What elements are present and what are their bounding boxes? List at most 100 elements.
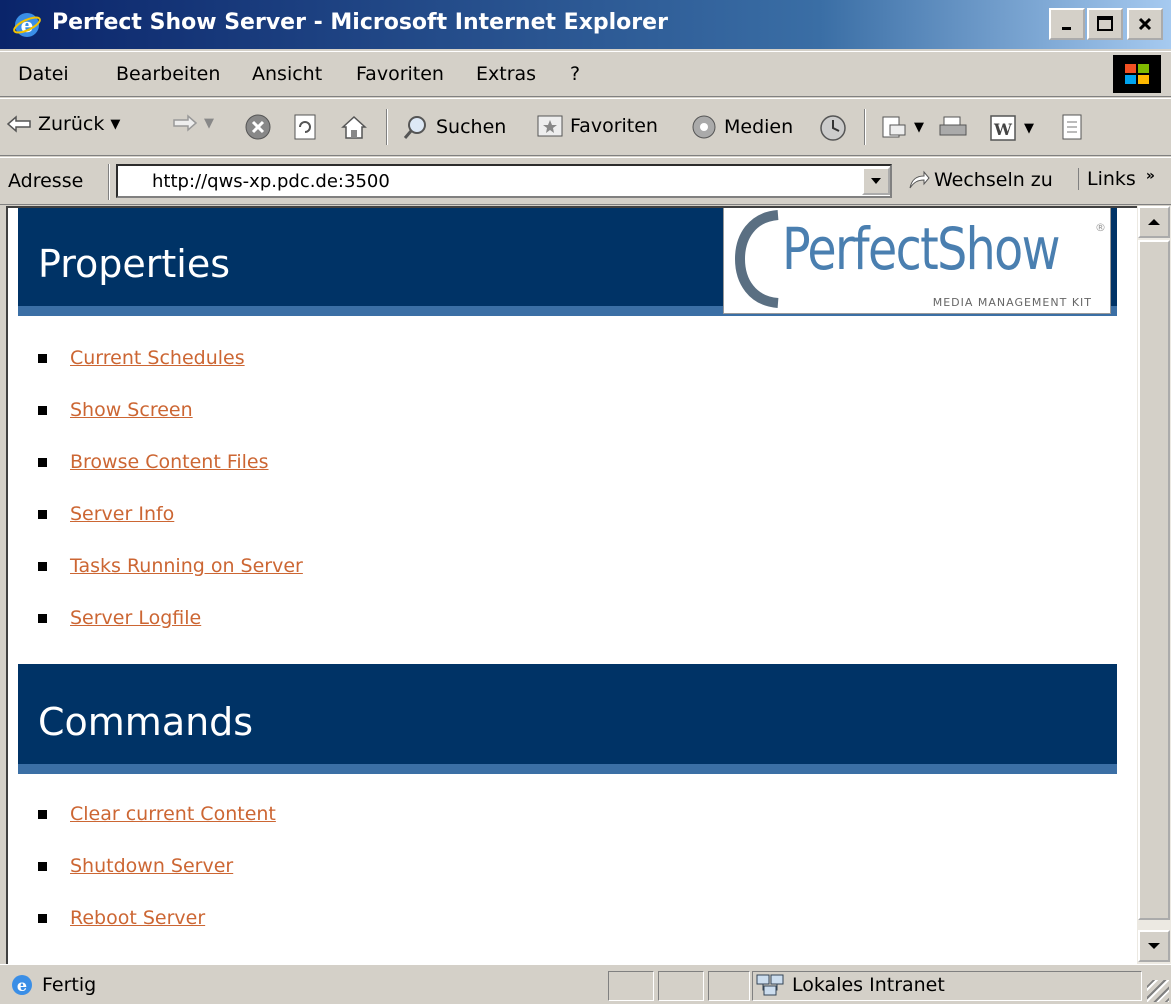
arrow-up-icon bbox=[1148, 219, 1160, 225]
close-icon bbox=[1138, 17, 1152, 31]
print-icon bbox=[939, 116, 967, 136]
list-item: Browse Content Files bbox=[38, 436, 303, 488]
scroll-thumb[interactable] bbox=[1138, 240, 1170, 920]
address-input[interactable] bbox=[116, 164, 892, 198]
bullet-icon bbox=[38, 353, 47, 363]
mail-dropdown-icon[interactable]: ▼ bbox=[914, 120, 924, 135]
bullet-icon bbox=[38, 861, 47, 871]
forward-button[interactable]: ▼ bbox=[172, 113, 214, 133]
links-toolbar[interactable]: Links » bbox=[1078, 168, 1155, 190]
edit-dropdown-icon[interactable]: ▼ bbox=[1024, 121, 1034, 136]
scroll-down-button[interactable] bbox=[1138, 930, 1170, 962]
close-button[interactable] bbox=[1127, 8, 1163, 40]
svg-text:W: W bbox=[993, 120, 1013, 139]
status-pane bbox=[608, 971, 654, 1001]
back-dropdown-icon[interactable]: ▼ bbox=[110, 117, 120, 132]
forward-arrow-icon bbox=[173, 114, 198, 132]
toolbar: Zurück ▼ ▼ Suchen Favoriten Medien ▼ W ▼ bbox=[0, 98, 1171, 156]
mail-icon bbox=[882, 116, 906, 138]
commands-heading: Commands bbox=[38, 700, 254, 744]
go-button[interactable]: Wechseln zu bbox=[906, 168, 1053, 192]
logo-wordmark: PerfectShow bbox=[782, 215, 1061, 283]
bullet-icon bbox=[38, 509, 47, 519]
history-button[interactable] bbox=[818, 113, 848, 143]
svg-text:e: e bbox=[21, 13, 34, 37]
link-current-schedules[interactable]: Current Schedules bbox=[70, 347, 245, 369]
maximize-button[interactable] bbox=[1087, 8, 1123, 40]
intranet-icon bbox=[756, 974, 784, 996]
list-item: Show Screen bbox=[38, 384, 303, 436]
menu-help[interactable]: ? bbox=[570, 63, 580, 85]
link-clear-current-content[interactable]: Clear current Content bbox=[70, 803, 276, 825]
link-tasks-running[interactable]: Tasks Running on Server bbox=[70, 555, 303, 577]
favorites-label: Favoriten bbox=[570, 115, 658, 137]
discuss-button[interactable] bbox=[1060, 113, 1084, 141]
status-pane-main bbox=[4, 971, 604, 1001]
link-server-logfile[interactable]: Server Logfile bbox=[70, 607, 201, 629]
refresh-icon bbox=[294, 114, 316, 140]
chevron-down-icon bbox=[871, 178, 881, 184]
menu-favoriten[interactable]: Favoriten bbox=[356, 63, 444, 85]
list-item: Current Schedules bbox=[38, 332, 303, 384]
link-show-screen[interactable]: Show Screen bbox=[70, 399, 193, 421]
windows-flag-icon bbox=[1125, 64, 1149, 84]
link-shutdown-server[interactable]: Shutdown Server bbox=[70, 855, 233, 877]
stop-button[interactable] bbox=[244, 113, 272, 141]
security-zone[interactable]: Lokales Intranet bbox=[756, 973, 945, 997]
link-browse-content-files[interactable]: Browse Content Files bbox=[70, 451, 269, 473]
resize-grip-icon[interactable] bbox=[1147, 980, 1169, 1002]
status-pane bbox=[708, 971, 750, 1001]
commands-header: Commands bbox=[18, 664, 1117, 774]
minimize-button[interactable] bbox=[1049, 8, 1085, 40]
toolbar-separator bbox=[864, 109, 866, 145]
menu-extras[interactable]: Extras bbox=[476, 63, 536, 85]
go-label: Wechseln zu bbox=[934, 169, 1053, 191]
edit-word-button[interactable]: W ▼ bbox=[988, 113, 1034, 143]
address-divider bbox=[108, 164, 110, 200]
media-label: Medien bbox=[724, 116, 794, 138]
media-button[interactable]: Medien bbox=[690, 113, 793, 141]
search-label: Suchen bbox=[436, 116, 507, 138]
bullet-icon bbox=[38, 405, 47, 415]
page-viewport[interactable]: Properties PerfectShow ® MEDIA MANAGEMEN… bbox=[6, 206, 1137, 964]
list-item: Server Logfile bbox=[38, 592, 303, 644]
links-label: Links bbox=[1087, 168, 1136, 190]
menu-bearbeiten[interactable]: Bearbeiten bbox=[116, 63, 220, 85]
logo-bracket-icon bbox=[734, 210, 779, 308]
back-button[interactable]: Zurück ▼ bbox=[6, 113, 120, 135]
refresh-button[interactable] bbox=[292, 113, 318, 141]
home-button[interactable] bbox=[340, 113, 368, 141]
properties-list: Current Schedules Show Screen Browse Con… bbox=[38, 332, 303, 644]
search-button[interactable]: Suchen bbox=[402, 113, 506, 141]
link-server-info[interactable]: Server Info bbox=[70, 503, 174, 525]
list-item: Tasks Running on Server bbox=[38, 540, 303, 592]
address-label: Adresse bbox=[8, 170, 84, 192]
commands-list: Clear current Content Shutdown Server Re… bbox=[38, 788, 276, 944]
title-bar[interactable]: e Perfect Show Server - Microsoft Intern… bbox=[0, 0, 1171, 50]
menu-datei[interactable]: Datei bbox=[18, 63, 69, 85]
mail-button[interactable]: ▼ bbox=[880, 113, 924, 141]
minimize-icon bbox=[1062, 27, 1071, 30]
favorites-button[interactable]: Favoriten bbox=[536, 113, 658, 139]
maximize-icon bbox=[1097, 16, 1113, 31]
link-reboot-server[interactable]: Reboot Server bbox=[70, 907, 205, 929]
registered-mark-icon: ® bbox=[1095, 221, 1106, 234]
menu-bar: Datei Bearbeiten Ansicht Favoriten Extra… bbox=[0, 51, 1171, 97]
arrow-down-icon bbox=[1148, 943, 1160, 949]
word-icon: W bbox=[990, 115, 1016, 141]
back-arrow-icon bbox=[6, 115, 31, 133]
list-item: Clear current Content bbox=[38, 788, 276, 840]
properties-heading: Properties bbox=[38, 242, 231, 286]
menu-ansicht[interactable]: Ansicht bbox=[252, 63, 322, 85]
stop-icon bbox=[245, 114, 271, 140]
forward-dropdown-icon[interactable]: ▼ bbox=[204, 116, 214, 131]
toolbar-separator bbox=[386, 109, 388, 145]
media-icon bbox=[692, 115, 716, 139]
bullet-icon bbox=[38, 613, 47, 623]
back-label: Zurück bbox=[38, 113, 105, 135]
address-dropdown-button[interactable] bbox=[862, 167, 890, 195]
vertical-scrollbar[interactable] bbox=[1137, 206, 1171, 964]
print-button[interactable] bbox=[938, 113, 968, 141]
status-pane bbox=[658, 971, 704, 1001]
scroll-up-button[interactable] bbox=[1138, 206, 1170, 238]
